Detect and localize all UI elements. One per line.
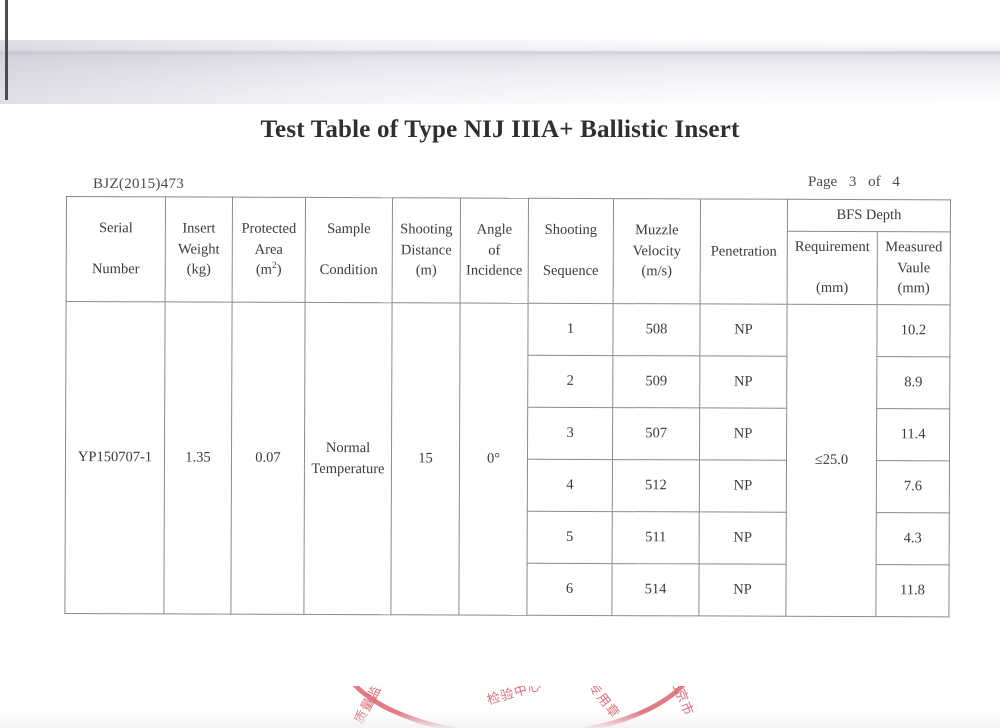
scan-bottom-shadow	[0, 712, 1000, 728]
header-line: (m/s)	[641, 263, 673, 280]
scan-fold-shadow	[0, 0, 1000, 104]
cell-sample-condition: Normal Temperature	[303, 302, 393, 615]
cell-muzzle-velocity: 512	[612, 459, 700, 512]
cell-penetration: NP	[699, 355, 787, 409]
cell-shooting-sequence: 2	[527, 355, 613, 408]
seal-ring	[336, 686, 702, 728]
header-line: Insert	[182, 220, 216, 237]
header-line: Penetration	[710, 243, 777, 260]
header-line: Muzzle	[635, 222, 679, 239]
seal-text-fragment: 质量监督	[351, 686, 391, 727]
page-of-label: of	[868, 174, 881, 190]
scan-left-edge-artifact	[5, 0, 8, 100]
header-line: Sample	[327, 221, 371, 238]
table-header-row-primary: Serial Number Insert Weight (kg) Protect…	[66, 196, 951, 305]
cell-bfs-requirement: ≤25.0	[785, 304, 878, 617]
cell-shooting-sequence: 4	[527, 459, 613, 512]
header-shooting-sequence: Shooting Sequence	[528, 198, 614, 304]
header-line: Shooting	[400, 221, 453, 238]
header-line: Angle	[476, 221, 513, 238]
header-line: Area	[254, 241, 283, 258]
cell-bfs-measured: 11.8	[875, 564, 950, 617]
seal-text-fragment: 检验中心	[485, 686, 544, 708]
header-line: Number	[91, 261, 140, 278]
scan-fold-gradient	[0, 40, 1000, 104]
test-results-table: Serial Number Insert Weight (kg) Protect…	[64, 196, 951, 617]
header-insert-weight: Insert Weight (kg)	[165, 196, 233, 303]
cell-muzzle-velocity: 508	[612, 303, 701, 356]
cell-line: Normal	[325, 439, 371, 457]
cell-penetration: NP	[699, 407, 787, 461]
header-line: (mm)	[816, 280, 849, 297]
cell-bfs-measured: 4.3	[876, 512, 950, 565]
header-line-unit: (m2)	[255, 261, 282, 279]
official-seal-stamp: 质量监督 检验中心 专用章 北京市	[318, 686, 710, 728]
cell-muzzle-velocity: 507	[612, 407, 700, 460]
page-title: Test Table of Type NIJ IIIA+ Ballistic I…	[260, 116, 740, 143]
seal-text-fragment: 北京市	[667, 686, 697, 719]
header-line: Requirement	[794, 238, 870, 256]
page-label: Page	[808, 174, 838, 190]
test-results-table-container: Serial Number Insert Weight (kg) Protect…	[64, 196, 951, 617]
header-line: Serial	[98, 220, 133, 237]
cell-bfs-measured: 11.4	[876, 408, 950, 461]
cell-bfs-measured: 8.9	[876, 356, 950, 409]
header-penetration: Penetration	[700, 198, 788, 305]
header-muzzle-velocity: Muzzle Velocity (m/s)	[613, 198, 701, 304]
cell-penetration: NP	[699, 459, 787, 513]
page-total: 4	[892, 174, 900, 190]
header-line: Distance	[400, 241, 452, 259]
cell-shooting-sequence: 5	[527, 511, 613, 564]
cell-shooting-sequence: 3	[527, 407, 613, 460]
header-line: of	[488, 242, 501, 259]
table-row: YP150707-1 1.35 0.07 Normal Temperature …	[64, 301, 951, 617]
header-sample-condition: Sample Condition	[305, 197, 393, 303]
header-line: Vaule	[897, 259, 931, 277]
header-serial-number: Serial Number	[66, 196, 166, 302]
page-current: 3	[848, 174, 857, 190]
cell-bfs-measured: 10.2	[876, 304, 951, 357]
header-line: (mm)	[897, 280, 930, 297]
cell-shooting-sequence: 6	[526, 563, 613, 616]
header-line: Incidence	[465, 262, 523, 280]
cell-bfs-measured: 7.6	[876, 460, 950, 513]
header-line: Condition	[319, 262, 378, 279]
seal-text-fragment: 专用章	[585, 686, 624, 722]
cell-shooting-distance: 15	[390, 302, 461, 616]
cell-muzzle-velocity: 514	[611, 563, 700, 616]
header-line: Protected	[241, 220, 297, 238]
header-bfs-depth-group: BFS Depth	[787, 199, 951, 232]
cell-line: Temperature	[311, 460, 385, 477]
header-line: (kg)	[186, 261, 211, 278]
cell-protected-area: 0.07	[230, 302, 306, 615]
cell-penetration: NP	[698, 563, 787, 617]
header-line: (m)	[415, 262, 437, 279]
header-bfs-measured-value: Measured Vaule (mm)	[877, 231, 951, 305]
header-bfs-requirement: Requirement (mm)	[787, 231, 878, 305]
header-line: Measured	[885, 239, 943, 256]
report-reference-number: BJZ(2015)473	[93, 176, 185, 192]
cell-shooting-sequence: 1	[527, 303, 614, 356]
cell-penetration: NP	[699, 303, 788, 357]
cell-muzzle-velocity: 509	[612, 355, 700, 408]
cell-serial-number: YP150707-1	[64, 301, 166, 614]
header-line: Sequence	[542, 263, 599, 280]
header-shooting-distance: Shooting Distance (m)	[392, 197, 461, 304]
cell-angle-of-incidence: 0°	[458, 303, 529, 616]
cell-muzzle-velocity: 511	[612, 511, 700, 564]
cell-penetration: NP	[699, 511, 787, 565]
cell-insert-weight: 1.35	[163, 301, 233, 615]
header-line: Shooting	[544, 221, 598, 239]
header-line: Weight	[178, 241, 220, 258]
header-angle-of-incidence: Angle of Incidence	[460, 198, 529, 304]
header-protected-area: Protected Area (m2)	[232, 197, 306, 303]
page-indicator: Page 3 of 4	[804, 174, 904, 191]
header-line: Velocity	[632, 242, 681, 260]
